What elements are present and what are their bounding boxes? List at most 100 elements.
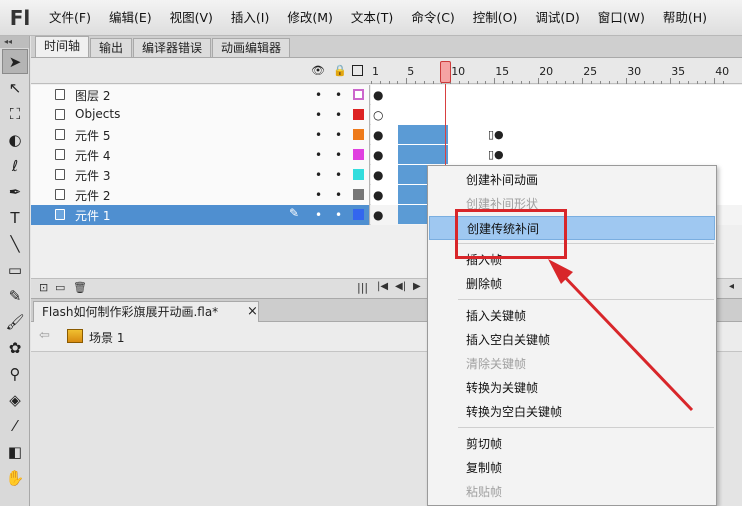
prev-frame-icon[interactable]: ◀|	[395, 281, 406, 292]
new-folder-icon[interactable]: ▭	[55, 281, 65, 294]
layer-row[interactable]: Objects • • ○	[31, 105, 742, 125]
lock-dot[interactable]: •	[335, 168, 342, 182]
lock-dot[interactable]: •	[335, 188, 342, 202]
visibility-dot[interactable]: •	[315, 188, 322, 202]
lock-dot[interactable]: •	[335, 108, 342, 122]
outline-color-swatch[interactable]	[353, 149, 364, 160]
trash-icon[interactable]: 🗑	[73, 281, 87, 294]
layer-name-cell[interactable]: 元件 1 ✎ • •	[31, 205, 370, 225]
end-keyframe[interactable]: ▯●	[488, 148, 504, 161]
layer-name-cell[interactable]: 图层 2 • •	[31, 85, 370, 105]
context-menu-item[interactable]: 删除帧	[429, 272, 715, 296]
bone-tool-icon[interactable]: ⚲	[2, 361, 28, 386]
rectangle-tool-icon[interactable]: ▭	[2, 257, 28, 282]
context-menu-item[interactable]: 创建补间动画	[429, 168, 715, 192]
context-menu-item[interactable]: 复制帧	[429, 456, 715, 480]
keyframe-dot[interactable]: ●	[373, 188, 383, 202]
pen-icon[interactable]: ✒	[2, 179, 28, 204]
tab-motion-editor[interactable]: 动画编辑器	[212, 38, 291, 57]
keyframe-dot[interactable]: ●	[373, 88, 383, 102]
deco-tool-icon[interactable]: ✿	[2, 335, 28, 360]
lock-dot[interactable]: •	[335, 128, 342, 142]
document-tab[interactable]: Flash如何制作彩旗展开动画.fla* ×	[33, 301, 259, 322]
menu-window[interactable]: 窗口(W)	[589, 0, 654, 36]
visibility-dot[interactable]: •	[315, 128, 322, 142]
context-menu-item[interactable]: 剪切帧	[429, 432, 715, 456]
visibility-dot[interactable]: •	[315, 148, 322, 162]
tab-compiler-errors[interactable]: 编译器错误	[133, 38, 212, 57]
eraser-icon[interactable]: ◧	[2, 439, 28, 464]
hand-tool-icon[interactable]: ✋	[2, 465, 28, 490]
playhead-handle[interactable]	[440, 61, 451, 83]
layer-name-cell[interactable]: Objects • •	[31, 105, 370, 125]
outline-color-swatch[interactable]	[353, 209, 364, 220]
menu-file[interactable]: 文件(F)	[40, 0, 100, 36]
scroll-handle-icon[interactable]: |||	[357, 281, 368, 294]
context-menu-item[interactable]: 转换为关键帧	[429, 376, 715, 400]
lock-dot[interactable]: •	[335, 148, 342, 162]
frame-track[interactable]: ● ▯●	[371, 145, 742, 165]
keyframe-dot[interactable]: ●	[373, 148, 383, 162]
free-transform-icon[interactable]: ⛶	[2, 101, 28, 126]
close-icon[interactable]: ×	[247, 302, 258, 322]
tab-output[interactable]: 输出	[90, 38, 133, 57]
frame-track[interactable]: ● ▯●	[371, 125, 742, 145]
context-menu-item[interactable]: 插入关键帧	[429, 304, 715, 328]
outline-color-swatch[interactable]	[353, 189, 364, 200]
menu-edit[interactable]: 编辑(E)	[100, 0, 161, 36]
menu-help[interactable]: 帮助(H)	[654, 0, 716, 36]
menu-modify[interactable]: 修改(M)	[278, 0, 342, 36]
layer-name-cell[interactable]: 元件 3 • •	[31, 165, 370, 185]
lasso-icon[interactable]: ℓ	[2, 153, 28, 178]
layer-row[interactable]: 图层 2 • • ●	[31, 85, 742, 105]
paint-bucket-icon[interactable]: ◈	[2, 387, 28, 412]
visibility-dot[interactable]: •	[315, 168, 322, 182]
menu-insert[interactable]: 插入(I)	[222, 0, 278, 36]
menu-text[interactable]: 文本(T)	[342, 0, 402, 36]
layer-row[interactable]: 元件 5 • • ● ▯●	[31, 125, 742, 145]
back-arrow-icon[interactable]: ⇦	[39, 328, 50, 343]
frame-span[interactable]	[398, 125, 448, 144]
end-keyframe[interactable]: ▯●	[488, 128, 504, 141]
text-tool-icon[interactable]: T	[2, 205, 28, 230]
scene-label[interactable]: 场景 1	[89, 329, 124, 346]
outline-color-swatch[interactable]	[353, 89, 364, 100]
outline-color-swatch[interactable]	[353, 129, 364, 140]
collapse-icon[interactable]: ◂◂	[0, 36, 29, 48]
lock-dot[interactable]: •	[335, 88, 342, 102]
menu-debug[interactable]: 调试(D)	[526, 0, 588, 36]
outline-color-swatch[interactable]	[353, 169, 364, 180]
keyframe-dot[interactable]: ●	[373, 168, 383, 182]
eye-icon[interactable]: 👁	[311, 64, 325, 77]
frame-track[interactable]: ●	[371, 85, 742, 105]
frame-track[interactable]: ○	[371, 105, 742, 125]
visibility-dot[interactable]: •	[315, 208, 322, 222]
eyedropper-icon[interactable]: ⁄	[2, 413, 28, 438]
outline-color-swatch[interactable]	[353, 109, 364, 120]
keyframe-dot[interactable]: ●	[373, 208, 383, 222]
play-icon[interactable]: ▶	[413, 281, 421, 292]
selection-arrow-icon[interactable]: ➤	[2, 49, 28, 74]
subselection-icon[interactable]: ↖	[2, 75, 28, 100]
tab-timeline[interactable]: 时间轴	[35, 36, 90, 57]
new-layer-icon[interactable]: ⊡	[39, 281, 48, 294]
keyframe-dot[interactable]: ●	[373, 128, 383, 142]
keyframe-dot[interactable]: ○	[373, 108, 383, 122]
menu-commands[interactable]: 命令(C)	[402, 0, 463, 36]
brush-tool-icon[interactable]: 🖌	[2, 309, 28, 334]
menu-view[interactable]: 视图(V)	[161, 0, 222, 36]
layer-name-cell[interactable]: 元件 4 • •	[31, 145, 370, 165]
frame-span[interactable]	[398, 145, 448, 164]
line-tool-icon[interactable]: ╲	[2, 231, 28, 256]
layer-name-cell[interactable]: 元件 5 • •	[31, 125, 370, 145]
menu-control[interactable]: 控制(O)	[464, 0, 527, 36]
context-menu-item[interactable]: 转换为空白关键帧	[429, 400, 715, 424]
outline-icon[interactable]	[352, 65, 363, 76]
lock-icon[interactable]: 🔒	[333, 64, 347, 77]
visibility-dot[interactable]: •	[315, 108, 322, 122]
3d-rotation-icon[interactable]: ◐	[2, 127, 28, 152]
scroll-right-icon[interactable]: ◂	[729, 281, 734, 292]
layer-name-cell[interactable]: 元件 2 • •	[31, 185, 370, 205]
first-frame-icon[interactable]: |◀	[377, 281, 388, 292]
layer-row[interactable]: 元件 4 • • ● ▯●	[31, 145, 742, 165]
